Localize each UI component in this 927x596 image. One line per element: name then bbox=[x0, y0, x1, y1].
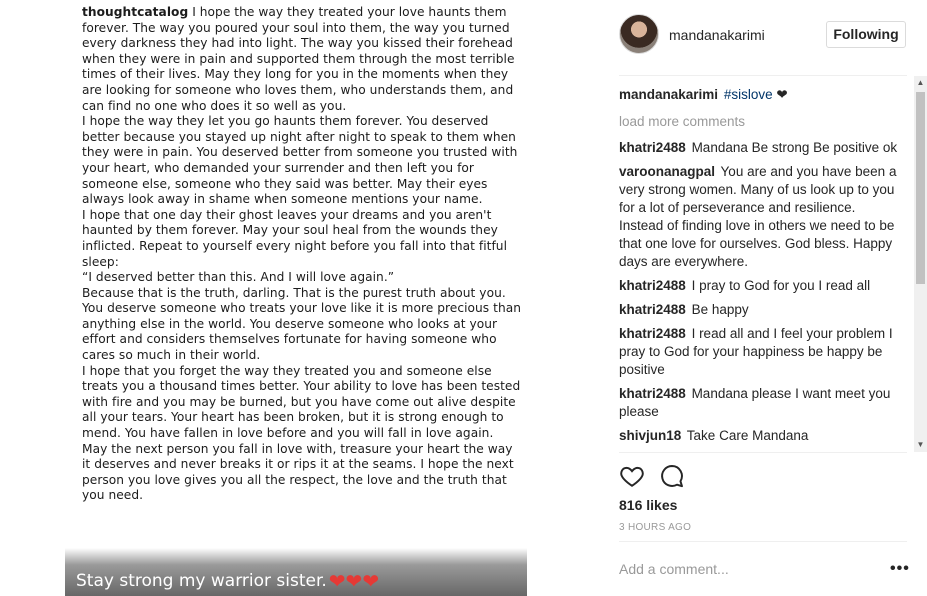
list-item: shivjun18 Take Care Mandana bbox=[619, 427, 901, 445]
load-more-comments-link[interactable]: load more comments bbox=[619, 113, 901, 131]
post-paragraph-text: I hope the way they treated your love ha… bbox=[82, 5, 515, 113]
comment-text: Mandana Be strong Be positive ok bbox=[691, 140, 898, 155]
list-item: khatri2488 I pray to God for you I read … bbox=[619, 277, 901, 295]
comment-username[interactable]: khatri2488 bbox=[619, 278, 686, 293]
post-paragraph: Because that is the truth, darling. That… bbox=[82, 285, 522, 363]
comment-username[interactable]: mandanakarimi bbox=[619, 87, 718, 102]
header-username[interactable]: mandanakarimi bbox=[669, 27, 765, 43]
post-text-block: thoughtcatalog I hope the way they treat… bbox=[82, 5, 522, 504]
comment-username[interactable]: khatri2488 bbox=[619, 140, 686, 155]
post-timestamp: 3 HOURS AGO bbox=[619, 522, 692, 533]
hashtag-link[interactable]: #sislove bbox=[724, 87, 773, 102]
post-header: mandanakarimi Following bbox=[619, 14, 907, 56]
list-item: khatri2488 Mandana Be strong Be positive… bbox=[619, 139, 901, 157]
caption-suffix: ❤ bbox=[772, 87, 788, 102]
comment-username[interactable]: shivjun18 bbox=[619, 428, 681, 443]
likes-count[interactable]: 816 likes bbox=[619, 497, 677, 513]
post-sidebar: mandanakarimi Following mandanakarimi #s… bbox=[619, 0, 910, 596]
red-heart-icon: ❤❤❤ bbox=[328, 569, 380, 593]
comment-text: Take Care Mandana bbox=[686, 428, 809, 443]
comments-list[interactable]: mandanakarimi #sislove ❤ load more comme… bbox=[619, 86, 901, 452]
comments-divider bbox=[619, 452, 907, 453]
list-item: khatri2488 Be happy bbox=[619, 301, 901, 319]
header-divider bbox=[619, 75, 907, 76]
comment-username[interactable]: varoonanagpal bbox=[619, 164, 715, 179]
scroll-up-arrow[interactable]: ▲ bbox=[914, 76, 927, 90]
comment-text: Be happy bbox=[691, 302, 749, 317]
action-bar bbox=[619, 463, 685, 491]
comment-text: You are and you have been a very strong … bbox=[619, 164, 897, 269]
post-paragraph: “I deserved better than this. And I will… bbox=[82, 270, 395, 285]
comment-text: I pray to God for you I read all bbox=[691, 278, 871, 293]
list-item: varoonanagpal You are and you have been … bbox=[619, 163, 901, 271]
comment-icon[interactable] bbox=[659, 463, 685, 491]
comment-username[interactable]: khatri2488 bbox=[619, 326, 686, 341]
comment-username[interactable]: khatri2488 bbox=[619, 386, 686, 401]
scroll-down-arrow[interactable]: ▼ bbox=[914, 438, 927, 452]
avatar[interactable] bbox=[619, 14, 659, 54]
following-button[interactable]: Following bbox=[826, 21, 906, 48]
list-item: khatri2488 I read all and I feel your pr… bbox=[619, 325, 901, 379]
post-paragraph: thoughtcatalog I hope the way they treat… bbox=[82, 5, 522, 114]
post-paragraph: I hope the way they let you go haunts th… bbox=[82, 114, 518, 207]
add-comment-input[interactable]: Add a comment... bbox=[619, 561, 729, 577]
caption-comment: mandanakarimi #sislove ❤ bbox=[619, 86, 901, 104]
list-item: khatri2488 Mandana please I want meet yo… bbox=[619, 385, 901, 421]
post-author: thoughtcatalog bbox=[82, 5, 189, 19]
scrollbar-thumb[interactable] bbox=[916, 92, 925, 284]
caption-overlay: Stay strong my warrior sister. ❤❤❤ bbox=[76, 571, 379, 591]
heart-icon[interactable] bbox=[619, 463, 645, 491]
post-image[interactable]: thoughtcatalog I hope the way they treat… bbox=[65, 0, 527, 596]
post-paragraph: I hope that one day their ghost leaves y… bbox=[82, 207, 508, 269]
post-paragraph: I hope that you forget the way they trea… bbox=[82, 363, 521, 441]
post-paragraph: May the next person you fall in love wit… bbox=[82, 441, 514, 503]
comments-scrollbar[interactable]: ▲ ▼ bbox=[914, 76, 927, 452]
footer-divider bbox=[619, 541, 907, 542]
more-options-icon[interactable]: ••• bbox=[890, 560, 910, 578]
comment-username[interactable]: khatri2488 bbox=[619, 302, 686, 317]
caption-overlay-text: Stay strong my warrior sister. bbox=[76, 571, 327, 591]
